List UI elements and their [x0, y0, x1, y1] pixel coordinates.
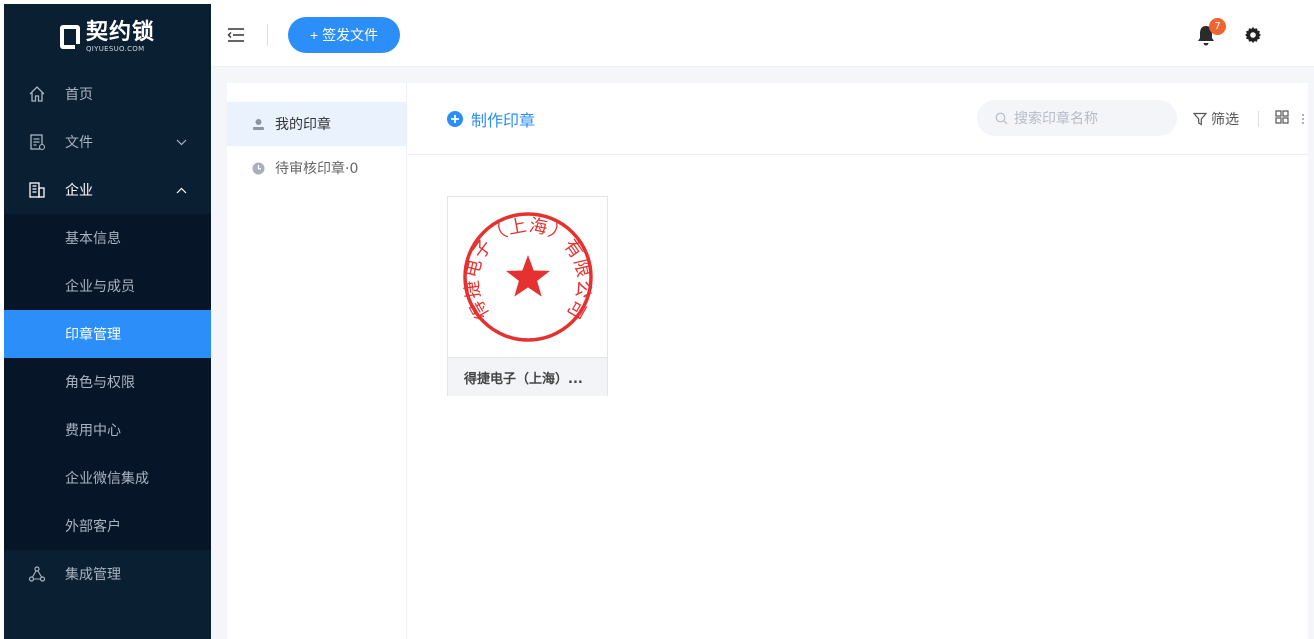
plus-circle-icon	[447, 110, 463, 127]
seal-category-panel: 我的印章 待审核印章·0	[227, 83, 407, 639]
top-header: + 签发文件 7	[211, 4, 1314, 67]
header-divider	[267, 24, 268, 46]
sidebar-item-home[interactable]: 首页	[4, 70, 211, 118]
seal-name: 得捷电子（上海）...	[448, 358, 607, 396]
sidebar-item-files[interactable]: 文件	[4, 118, 211, 166]
seal-search-input[interactable]: 搜索印章名称	[977, 100, 1177, 136]
filter-icon	[1193, 112, 1207, 126]
make-seal-label: 制作印章	[471, 110, 536, 130]
building-icon	[28, 181, 46, 199]
sidebar-item-label: 集成管理	[65, 567, 121, 583]
sidebar-item-external-clients[interactable]: 外部客户	[4, 502, 211, 550]
sidebar-item-billing[interactable]: 费用中心	[4, 406, 211, 454]
document-icon	[28, 133, 46, 151]
sidebar-item-integration[interactable]: 集成管理	[4, 550, 211, 598]
sidebar-item-enterprise[interactable]: 企业	[4, 166, 211, 214]
seal-toolbar: 制作印章 搜索印章名称 筛选	[407, 83, 1308, 155]
logo-name: 契约锁	[85, 19, 155, 45]
user-icon	[251, 117, 265, 131]
chevron-down-icon	[176, 136, 187, 149]
seal-list-panel: 制作印章 搜索印章名称 筛选 得捷电子（上海）有限公司 得捷电子（上海）...	[407, 83, 1308, 639]
seal-card[interactable]: 得捷电子（上海）有限公司 得捷电子（上海）...	[447, 196, 608, 396]
search-placeholder: 搜索印章名称	[1014, 111, 1098, 127]
sidebar-item-seal-management[interactable]: 印章管理	[4, 310, 211, 358]
collapse-menu-icon[interactable]	[226, 25, 246, 45]
logo-icon	[59, 25, 81, 50]
chevron-up-icon	[176, 184, 187, 197]
sidebar-item-label: 文件	[65, 135, 93, 151]
tab-pending-seals[interactable]: 待审核印章·0	[227, 146, 406, 190]
filter-button[interactable]: 筛选	[1193, 109, 1239, 129]
sidebar-item-label: 首页	[65, 87, 93, 103]
notification-badge: 7	[1209, 18, 1226, 35]
gear-icon	[1245, 27, 1261, 43]
logo-domain: QIYUESUO.COM	[85, 44, 145, 53]
toolbar-divider	[1258, 111, 1259, 127]
notification-button[interactable]: 7	[1196, 18, 1226, 46]
tab-label: 我的印章	[275, 117, 331, 133]
list-view-icon[interactable]	[1302, 113, 1304, 125]
sidebar-item-label: 企业	[65, 183, 93, 199]
logo[interactable]: 契约锁 QIYUESUO.COM	[4, 4, 211, 70]
home-icon	[28, 85, 46, 103]
grid-view-icon[interactable]	[1275, 110, 1289, 128]
sidebar-item-wecom[interactable]: 企业微信集成	[4, 454, 211, 502]
search-icon	[995, 112, 1008, 124]
clock-icon	[251, 161, 265, 175]
enterprise-submenu: 基本信息 企业与成员 印章管理 角色与权限 费用中心 企业微信集成 外部客户	[4, 214, 211, 550]
sidebar: 契约锁 QIYUESUO.COM 首页 文件 企业 基本信息 企业与成员 印章管…	[4, 4, 211, 639]
seal-image: 得捷电子（上海）有限公司	[448, 197, 607, 358]
tab-label: 待审核印章·0	[275, 161, 359, 177]
settings-button[interactable]	[1244, 26, 1262, 44]
sidebar-item-basic-info[interactable]: 基本信息	[4, 214, 211, 262]
sidebar-item-members[interactable]: 企业与成员	[4, 262, 211, 310]
send-document-button[interactable]: + 签发文件	[288, 17, 401, 53]
sidebar-item-roles[interactable]: 角色与权限	[4, 358, 211, 406]
tab-my-seals[interactable]: 我的印章	[227, 102, 406, 146]
integration-icon	[28, 565, 46, 583]
filter-label: 筛选	[1211, 112, 1239, 128]
make-seal-button[interactable]: 制作印章	[447, 107, 535, 131]
company-seal-icon: 得捷电子（上海）有限公司	[461, 212, 593, 342]
